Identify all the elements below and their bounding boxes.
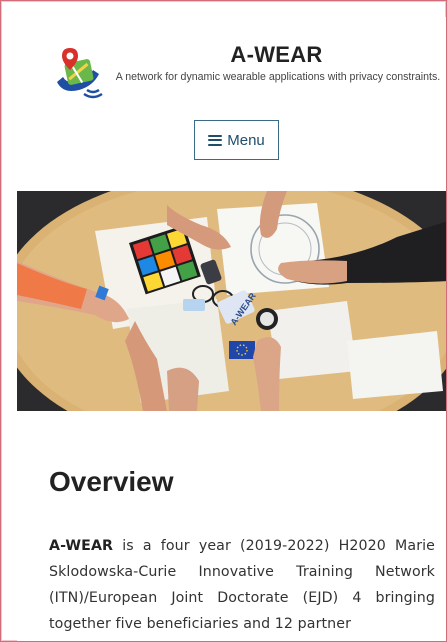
- hero-image: A-WEAR: [17, 191, 446, 411]
- overview-intro: A-WEAR is a four year (2019-2022) H2020 …: [49, 533, 435, 637]
- menu-button-label: Menu: [227, 131, 265, 149]
- intro-bold-term: A-WEAR: [49, 538, 114, 554]
- overview-heading: Overview: [49, 466, 174, 497]
- hamburger-icon: [208, 134, 223, 146]
- site-description: A network for dynamic wearable applicati…: [115, 71, 441, 83]
- site-title[interactable]: A-WEAR: [109, 42, 444, 68]
- page-frame: A-WEAR A network for dynamic wearable ap…: [0, 0, 447, 642]
- hero-photo-illustration: A-WEAR: [17, 191, 446, 411]
- main-content: Overview A-WEAR is a four year (2019-202…: [17, 411, 446, 641]
- menu-button[interactable]: Menu: [194, 120, 279, 160]
- a-wear-logo-icon[interactable]: [53, 44, 105, 100]
- site-header: A-WEAR A network for dynamic wearable ap…: [17, 17, 446, 191]
